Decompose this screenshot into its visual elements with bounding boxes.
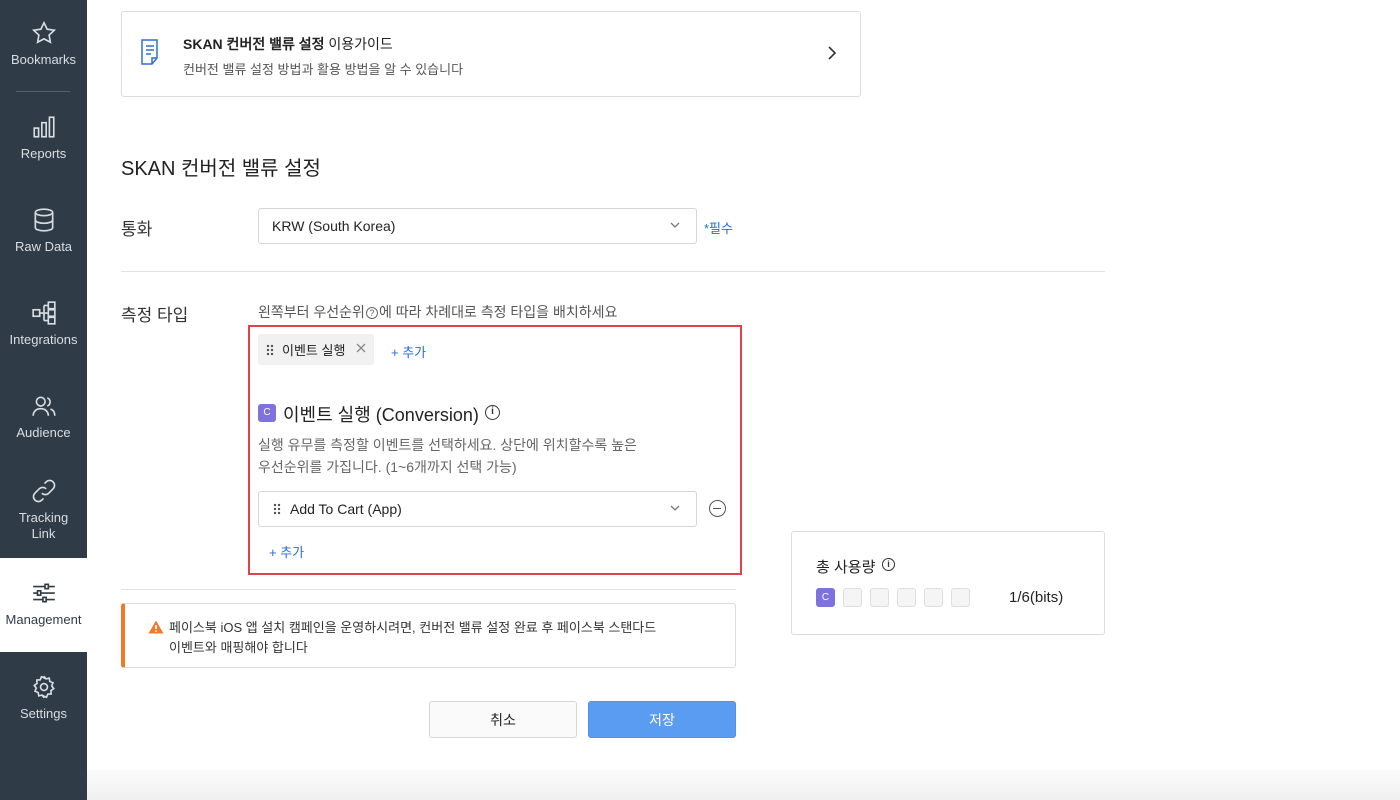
chevron-down-icon bbox=[670, 505, 680, 511]
chevron-down-icon bbox=[670, 222, 680, 228]
event-section-title: 이벤트 실행 (Conversion) bbox=[283, 405, 479, 425]
sidebar-item-label: Settings bbox=[20, 706, 67, 721]
sidebar-item-raw-data[interactable]: Raw Data bbox=[0, 207, 87, 267]
guide-title-bold: SKAN 컨버전 밸류 설정 bbox=[183, 36, 325, 52]
sidebar-item-label: Audience bbox=[16, 425, 71, 440]
sidebar-item-label: Integrations bbox=[9, 332, 78, 347]
conversion-badge: C bbox=[258, 404, 276, 422]
measure-hint: 왼쪽부터 우선순위? 에 따라 차례대로 측정 타입을 배치하세요 bbox=[258, 302, 617, 322]
users-icon bbox=[31, 396, 56, 416]
sidebar-divider bbox=[16, 91, 70, 92]
sidebar-item-integrations[interactable]: Integrations bbox=[0, 300, 87, 360]
hint-text: 왼쪽부터 우선순위 bbox=[258, 304, 365, 320]
sidebar-item-reports[interactable]: Reports bbox=[0, 114, 87, 174]
integrations-icon bbox=[31, 301, 56, 325]
facebook-warning: 페이스북 iOS 앱 설치 캠페인을 운영하시려면, 컨버전 밸류 설정 완료 … bbox=[121, 603, 736, 668]
divider bbox=[121, 271, 1105, 272]
usage-title: 총 사용량 bbox=[816, 559, 876, 576]
usage-bit bbox=[951, 588, 970, 607]
gear-icon bbox=[32, 675, 55, 699]
sidebar-item-tracking-link[interactable]: Tracking Link bbox=[0, 478, 87, 550]
guide-card[interactable]: SKAN 컨버전 밸류 설정 이용가이드 컨버전 밸류 설정 방법과 활용 방법… bbox=[121, 11, 861, 97]
hint-text: 에 따라 차례대로 측정 타입을 배치하세요 bbox=[378, 304, 618, 320]
chevron-right-icon bbox=[828, 46, 837, 60]
bar-chart-icon bbox=[32, 116, 55, 138]
usage-count: 1/6(bits) bbox=[1009, 589, 1064, 606]
usage-bit bbox=[843, 588, 862, 607]
currency-select[interactable]: KRW (South Korea) bbox=[258, 208, 697, 244]
database-icon bbox=[34, 208, 53, 232]
usage-bit bbox=[924, 588, 943, 607]
drag-handle-icon[interactable] bbox=[266, 343, 274, 356]
sidebar-item-bookmarks[interactable]: Bookmarks bbox=[0, 20, 87, 80]
event-select-value: Add To Cart (App) bbox=[290, 501, 402, 517]
sidebar-item-label: Management bbox=[5, 612, 82, 627]
chip-label: 이벤트 실행 bbox=[282, 343, 346, 358]
sidebar: Bookmarks Reports Raw Data Integrations … bbox=[0, 0, 87, 800]
event-description-line: 실행 유무를 측정할 이벤트를 선택하세요. 상단에 위치할수록 높은 bbox=[258, 437, 637, 453]
required-marker: *필수 bbox=[704, 221, 733, 236]
usage-panel: 총 사용량 i C 1/6(bits) bbox=[791, 531, 1105, 635]
sidebar-item-audience[interactable]: Audience bbox=[0, 393, 87, 453]
divider bbox=[121, 589, 736, 590]
sidebar-item-label: Reports bbox=[20, 146, 67, 161]
warning-text: 페이스북 iOS 앱 설치 캠페인을 운영하시려면, 컨버전 밸류 설정 완료 … bbox=[169, 618, 709, 658]
sidebar-item-label: Raw Data bbox=[14, 239, 73, 254]
sidebar-item-management[interactable]: Management bbox=[0, 558, 87, 652]
guide-title: SKAN 컨버전 밸류 설정 이용가이드 bbox=[183, 34, 393, 54]
currency-label: 통화 bbox=[121, 220, 153, 239]
usage-bit: C bbox=[816, 588, 835, 607]
sidebar-item-label: Bookmarks bbox=[10, 52, 77, 67]
sliders-icon bbox=[32, 583, 55, 603]
event-description-line: 우선순위를 가집니다. (1~6개까지 선택 가능) bbox=[258, 459, 517, 475]
save-button[interactable]: 저장 bbox=[588, 701, 736, 738]
sidebar-item-label: Tracking Link bbox=[18, 510, 69, 541]
warning-icon bbox=[148, 620, 164, 634]
info-icon[interactable]: i bbox=[882, 558, 895, 571]
guide-subtitle: 컨버전 밸류 설정 방법과 활용 방법을 알 수 있습니다 bbox=[183, 62, 464, 77]
remove-event-icon[interactable] bbox=[709, 500, 726, 517]
guide-title-rest: 이용가이드 bbox=[328, 36, 393, 52]
star-icon bbox=[31, 20, 56, 44]
close-icon[interactable] bbox=[355, 342, 367, 354]
bottom-band bbox=[87, 770, 1400, 800]
measure-type-label: 측정 타입 bbox=[121, 306, 189, 325]
event-select[interactable]: Add To Cart (App) bbox=[258, 491, 697, 527]
usage-bit bbox=[870, 588, 889, 607]
help-icon[interactable]: ? bbox=[365, 307, 378, 319]
add-measure-type-button[interactable]: + 추가 bbox=[391, 342, 426, 361]
sidebar-item-settings[interactable]: Settings bbox=[0, 674, 87, 734]
event-description: 실행 유무를 측정할 이벤트를 선택하세요. 상단에 위치할수록 높은 우선순위… bbox=[258, 434, 688, 478]
page-title: SKAN 컨버전 밸류 설정 bbox=[121, 158, 321, 180]
warning-text-line: 이벤트와 매핑해야 합니다 bbox=[169, 640, 308, 655]
usage-bit bbox=[897, 588, 916, 607]
add-event-button[interactable]: + 추가 bbox=[269, 542, 304, 561]
info-icon[interactable]: i bbox=[485, 405, 500, 420]
document-icon bbox=[141, 39, 158, 65]
cancel-button[interactable]: 취소 bbox=[429, 701, 577, 738]
link-icon bbox=[32, 479, 55, 503]
measure-type-chip[interactable]: 이벤트 실행 bbox=[258, 334, 374, 365]
currency-value: KRW (South Korea) bbox=[272, 218, 396, 234]
warning-text-line: 페이스북 iOS 앱 설치 캠페인을 운영하시려면, 컨버전 밸류 설정 완료 … bbox=[169, 620, 657, 635]
drag-handle-icon[interactable] bbox=[273, 503, 281, 515]
